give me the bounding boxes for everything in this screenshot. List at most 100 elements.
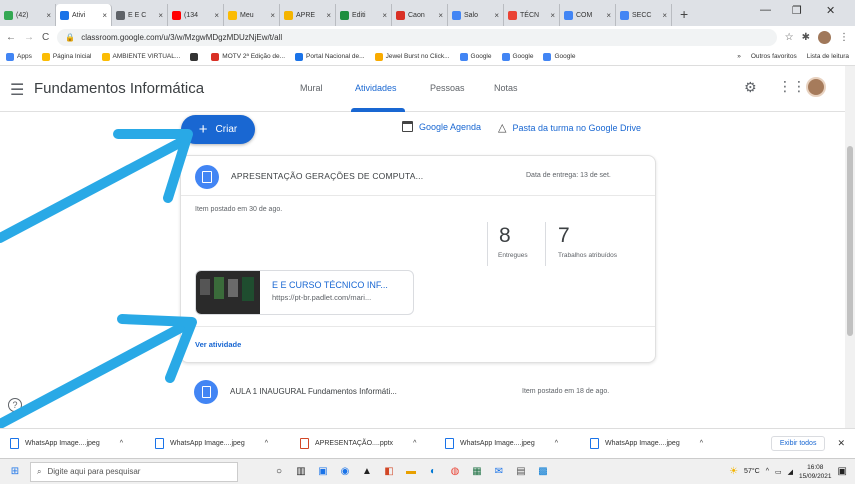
bookmark-item[interactable]: Página Inicial [41,52,92,61]
weather-temp[interactable]: 57°C [744,468,760,475]
store-icon[interactable]: ▣ [312,464,334,480]
file-explorer-icon[interactable]: ▬ [400,464,422,480]
tab-label: TÉCN [520,11,540,19]
task-view-icon[interactable]: ▥ [290,464,312,480]
star-icon[interactable]: ☆ [785,32,794,43]
tab-close-icon[interactable]: × [270,11,275,20]
reload-icon[interactable]: C [42,32,49,43]
minimize-button[interactable]: — [760,4,771,16]
back-icon[interactable]: ← [6,32,16,43]
download-item[interactable]: APRESENTAÇÃO....pptx ^ [290,438,435,449]
bookmark-item[interactable]: Portal Nacional de... [295,52,365,61]
tab-notas[interactable]: Notas [494,83,518,93]
url-field[interactable]: 🔒 classroom.google.com/u/3/w/MzgwMDgzMDU… [57,28,777,46]
chevron-up-icon[interactable]: ^ [555,440,558,447]
edge-browser-icon[interactable]: ◐ [422,464,444,480]
browser-tab[interactable]: Meu × [224,4,280,26]
bookmark-item[interactable] [190,52,201,61]
bookmark-item[interactable]: Jewel Burst no Click... [374,52,450,61]
bookmark-label: Jewel Burst no Click... [385,53,450,60]
show-all-downloads-button[interactable]: Exibir todos [770,436,826,451]
volume-icon[interactable]: ◢ [788,468,793,476]
forward-icon[interactable]: → [24,32,34,43]
bookmark-item[interactable]: MOTV 2ª Edição de... [211,52,285,61]
bookmark-item[interactable]: Google [501,52,533,61]
tab-close-icon[interactable]: × [102,11,107,20]
profile-avatar[interactable] [818,30,831,44]
bookmark-item[interactable]: AMBIENTE VIRTUAL... [101,52,180,61]
close-downloads-icon[interactable]: ✕ [837,438,845,449]
tab-close-icon[interactable]: × [438,11,443,20]
photos-icon[interactable]: ▩ [532,464,554,480]
tab-label: SECC [632,11,652,19]
chevron-up-icon[interactable]: ^ [120,440,123,447]
tab-close-icon[interactable]: × [494,11,499,20]
download-item[interactable]: WhatsApp Image....jpeg ^ [145,438,290,449]
tab-close-icon[interactable]: × [550,11,555,20]
new-tab-button[interactable]: + [672,6,696,26]
arrow-to-attachment [0,319,193,428]
tab-atividades[interactable]: Atividades [355,83,397,93]
settings-gear-icon[interactable]: ⚙ [744,79,757,96]
bookmark-favicon-icon [6,52,14,61]
browser-tab[interactable]: E E C × [112,4,168,26]
browser-tab[interactable]: Caon × [392,4,448,26]
browser-tab[interactable]: (42) × [0,4,56,26]
bookmarks-more-button[interactable]: » [737,53,741,60]
tab-mural[interactable]: Mural [300,83,323,93]
class-title[interactable]: Fundamentos Informática [34,80,204,97]
maximize-button[interactable]: ❐ [792,4,802,17]
tray-up-icon[interactable]: ^ [766,468,769,475]
tab-close-icon[interactable]: × [382,11,387,20]
cortana-icon[interactable]: ○ [268,464,290,480]
chevron-up-icon[interactable]: ^ [265,440,268,447]
browser-tab[interactable]: TÉCN × [504,4,560,26]
office-icon[interactable]: ◧ [378,464,400,480]
mail-icon[interactable]: ✉ [488,464,510,480]
tab-close-icon[interactable]: × [606,11,611,20]
menu-icon[interactable]: ☰ [10,80,24,100]
browser-tab[interactable]: Ativi × [56,4,112,26]
browser-tab[interactable]: Salo × [448,4,504,26]
scrollbar-thumb[interactable] [847,146,853,336]
download-item[interactable]: WhatsApp Image....jpeg ^ [435,438,580,449]
bookmark-item[interactable]: Google [459,52,492,61]
bookmark-item[interactable]: Apps [6,52,32,61]
browser-tab[interactable]: Editi × [336,4,392,26]
close-window-button[interactable]: ✕ [826,4,835,17]
taskbar-search-box[interactable]: ⌕ Digite aqui para pesquisar [30,461,238,482]
bookmark-favicon-icon [374,52,383,61]
browser-tab[interactable]: COM × [560,4,616,26]
tab-close-icon[interactable]: × [326,11,331,20]
tab-label: Editi [352,11,366,19]
notifications-icon[interactable]: ▣ [838,466,847,477]
browser-menu-icon[interactable]: ⋮ [839,32,849,43]
apps-grid-icon[interactable]: ⋮⋮ [778,78,806,95]
windows-start-icon[interactable]: ⊞ [4,464,26,480]
network-icon[interactable]: ▭ [775,468,782,476]
excel-icon[interactable]: ▦ [466,464,488,480]
browser-tab[interactable]: APRE × [280,4,336,26]
tab-pessoas[interactable]: Pessoas [430,83,465,93]
tab-close-icon[interactable]: × [158,11,163,20]
chevron-up-icon[interactable]: ^ [700,440,703,447]
tab-close-icon[interactable]: × [214,11,219,20]
edge-icon[interactable]: ◉ [334,464,356,480]
tab-close-icon[interactable]: × [662,11,667,20]
tab-close-icon[interactable]: × [46,11,51,20]
bookmark-item[interactable]: Google [543,52,575,61]
calculator-icon[interactable]: ▤ [510,464,532,480]
page-scrollbar[interactable] [845,66,855,428]
chrome-icon[interactable]: ◍ [444,464,466,480]
lock-app-icon[interactable]: ▲ [356,464,378,480]
download-item[interactable]: WhatsApp Image....jpeg ^ [580,438,725,449]
other-bookmarks-folder[interactable]: Outros favoritos [751,53,797,60]
chevron-up-icon[interactable]: ^ [413,440,416,447]
user-avatar[interactable] [806,77,826,97]
browser-tab[interactable]: (134 × [168,4,224,26]
reading-list-button[interactable]: Lista de leitura [807,53,849,60]
extensions-icon[interactable]: ✱ [802,32,810,43]
download-item[interactable]: WhatsApp Image....jpeg ^ [0,438,145,449]
clock[interactable]: 16:08 15/09/2021 [799,463,832,481]
browser-tab[interactable]: SECC × [616,4,672,26]
